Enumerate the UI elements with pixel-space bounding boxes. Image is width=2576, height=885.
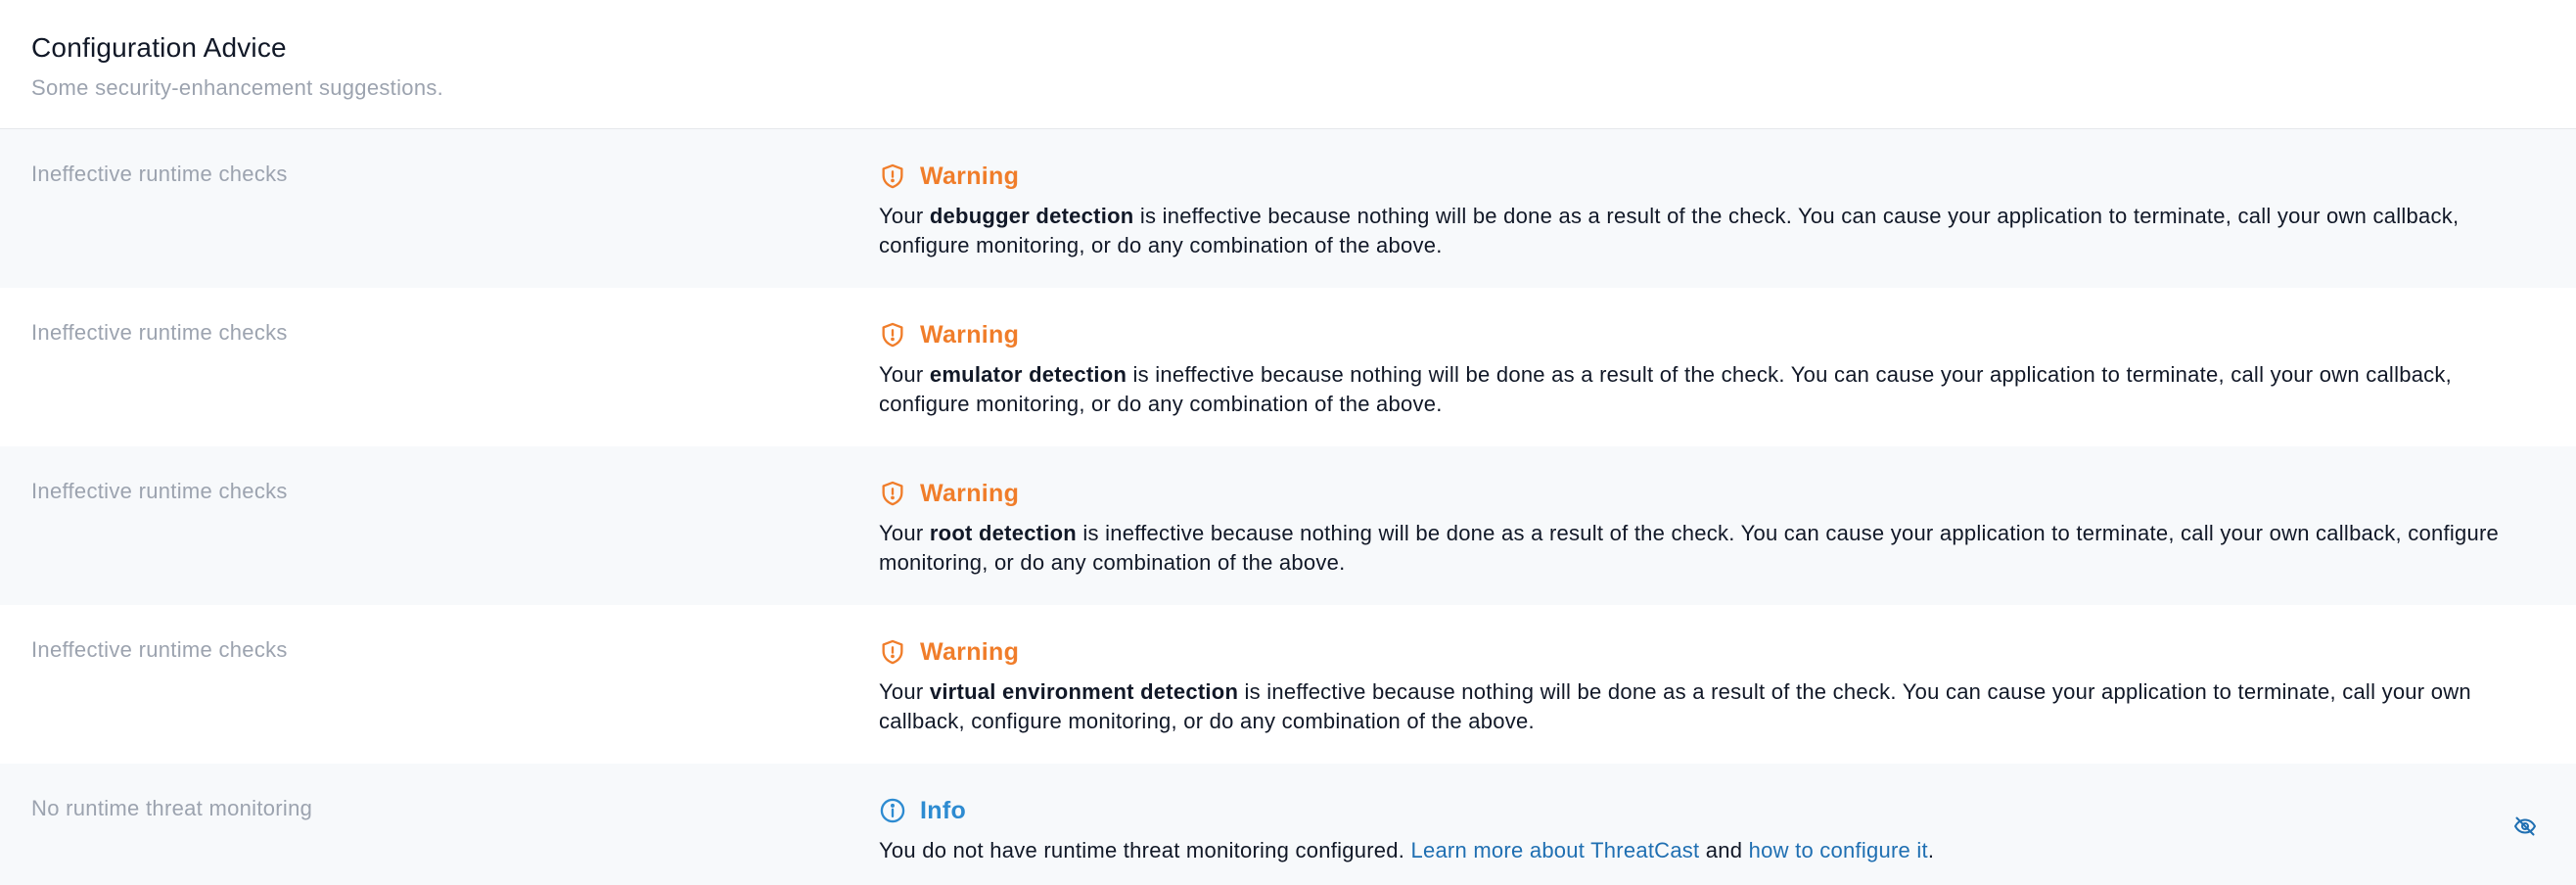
- message-highlight: virtual environment detection: [929, 679, 1239, 704]
- advice-row: Ineffective runtime checks Warning Your …: [0, 446, 2576, 605]
- message-prefix: Your: [879, 521, 930, 545]
- message-highlight: root detection: [929, 521, 1077, 545]
- shield-warning-icon: [879, 321, 906, 349]
- advice-row: Ineffective runtime checks Warning Your …: [0, 288, 2576, 446]
- message-prefix: Your: [879, 204, 930, 228]
- advice-detail: Warning Your virtual environment detecti…: [879, 605, 2576, 764]
- advice-detail: Warning Your emulator detection is ineff…: [879, 288, 2576, 446]
- page-title: Configuration Advice: [31, 32, 287, 63]
- advice-detail: Warning Your root detection is ineffecti…: [879, 446, 2576, 605]
- hide-advice-button[interactable]: [2511, 815, 2539, 842]
- warning-label: Warning: [920, 162, 1020, 190]
- message-highlight: debugger detection: [929, 204, 1134, 228]
- message-text: You do not have runtime threat monitorin…: [879, 838, 1411, 862]
- shield-warning-icon: [879, 480, 906, 507]
- advice-message: You do not have runtime threat monitorin…: [879, 836, 2521, 865]
- advice-category: Ineffective runtime checks: [31, 479, 288, 503]
- message-middle: and: [1699, 838, 1749, 862]
- advice-detail: Info You do not have runtime threat moni…: [879, 764, 2576, 885]
- advice-detail: Warning Your debugger detection is ineff…: [879, 129, 2576, 288]
- advice-row: No runtime threat monitoring Info You do…: [0, 764, 2576, 885]
- advice-message: Your emulator detection is ineffective b…: [879, 360, 2521, 419]
- message-suffix: is ineffective because nothing will be d…: [879, 521, 2500, 575]
- advice-category: Ineffective runtime checks: [31, 637, 288, 662]
- warning-level: Warning: [879, 317, 2521, 352]
- shield-warning-icon: [879, 163, 906, 190]
- eye-off-icon: [2513, 815, 2537, 843]
- warning-label: Warning: [920, 320, 1020, 349]
- message-prefix: Your: [879, 362, 930, 387]
- info-level: Info: [879, 793, 2521, 828]
- warning-label: Warning: [920, 479, 1020, 507]
- page-subtitle: Some security-enhancement suggestions.: [31, 75, 444, 100]
- advice-category: No runtime threat monitoring: [31, 796, 313, 820]
- warning-level: Warning: [879, 634, 2521, 670]
- warning-level: Warning: [879, 159, 2521, 194]
- advice-category: Ineffective runtime checks: [31, 320, 288, 345]
- info-label: Info: [920, 796, 967, 824]
- message-prefix: Your: [879, 679, 930, 704]
- advice-message: Your debugger detection is ineffective b…: [879, 202, 2521, 260]
- advice-row: Ineffective runtime checks Warning Your …: [0, 605, 2576, 764]
- message-end: .: [1927, 838, 1935, 862]
- info-circle-icon: [879, 797, 906, 824]
- page-header: Configuration Advice Some security-enhan…: [0, 0, 2576, 129]
- shield-warning-icon: [879, 638, 906, 666]
- advice-message: Your virtual environment detection is in…: [879, 677, 2521, 736]
- configure-link[interactable]: how to configure it: [1749, 838, 1928, 862]
- advice-message: Your root detection is ineffective becau…: [879, 519, 2521, 578]
- advice-category: Ineffective runtime checks: [31, 162, 288, 186]
- threatcast-link[interactable]: Learn more about ThreatCast: [1410, 838, 1699, 862]
- advice-row: Ineffective runtime checks Warning Your …: [0, 129, 2576, 288]
- warning-label: Warning: [920, 637, 1020, 666]
- message-highlight: emulator detection: [929, 362, 1127, 387]
- warning-level: Warning: [879, 476, 2521, 511]
